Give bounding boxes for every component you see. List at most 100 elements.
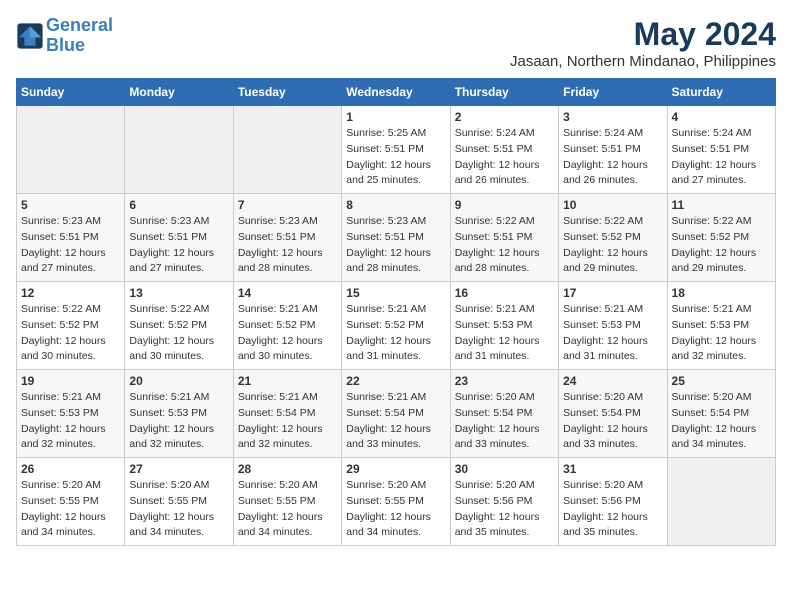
- day-info-line: and 32 minutes.: [672, 350, 747, 362]
- calendar-header-row: SundayMondayTuesdayWednesdayThursdayFrid…: [17, 79, 776, 106]
- calendar-cell: 25Sunrise: 5:20 AMSunset: 5:54 PMDayligh…: [667, 370, 775, 458]
- day-info-line: Daylight: 12 hours: [129, 247, 214, 259]
- day-number: 23: [455, 374, 554, 388]
- day-info-line: and 34 minutes.: [21, 526, 96, 538]
- day-info-line: and 30 minutes.: [21, 350, 96, 362]
- day-info-line: Daylight: 12 hours: [346, 511, 431, 523]
- day-info-line: Sunset: 5:56 PM: [563, 495, 641, 507]
- title-area: May 2024 Jasaan, Northern Mindanao, Phil…: [510, 16, 776, 70]
- day-info-line: and 30 minutes.: [129, 350, 204, 362]
- day-info: Sunrise: 5:21 AMSunset: 5:53 PMDaylight:…: [455, 302, 554, 365]
- day-info: Sunrise: 5:24 AM Sunset: 5:51 PM Daylight:…: [672, 126, 771, 189]
- calendar-cell: 31Sunrise: 5:20 AMSunset: 5:56 PMDayligh…: [559, 458, 667, 546]
- day-info-line: Sunrise: 5:20 AM: [563, 391, 643, 403]
- day-number: 25: [672, 374, 771, 388]
- day-info-line: and 28 minutes.: [455, 262, 530, 274]
- calendar-cell: 8Sunrise: 5:23 AMSunset: 5:51 PMDaylight…: [342, 194, 450, 282]
- day-header-saturday: Saturday: [667, 79, 775, 106]
- day-number: 20: [129, 374, 228, 388]
- day-info-line: and 28 minutes.: [238, 262, 313, 274]
- day-number: 2: [455, 110, 554, 124]
- day-info: Sunrise: 5:22 AMSunset: 5:52 PMDaylight:…: [563, 214, 662, 277]
- day-info-line: and 33 minutes.: [346, 438, 421, 450]
- logo-text: General Blue: [46, 16, 113, 56]
- day-info-line: Sunset: 5:54 PM: [563, 407, 641, 419]
- day-info-line: Sunset: 5:55 PM: [346, 495, 424, 507]
- day-info-line: Sunrise: 5:23 AM: [21, 215, 101, 227]
- day-info-line: Sunset: 5:51 PM: [455, 231, 533, 243]
- day-info: Sunrise: 5:20 AM Sunset: 5:55 PM Daylight:…: [346, 478, 445, 541]
- day-info-line: Sunrise: 5:21 AM: [563, 303, 643, 315]
- day-info-line: and 29 minutes.: [672, 262, 747, 274]
- day-info: Sunrise: 5:24 AMSunset: 5:51 PMDaylight:…: [563, 126, 662, 189]
- day-info: Sunrise: 5:22 AMSunset: 5:52 PMDaylight:…: [672, 214, 771, 277]
- day-info-line: Sunset: 5:52 PM: [672, 231, 750, 243]
- day-info: Sunrise: 5:22 AMSunset: 5:51 PMDaylight:…: [455, 214, 554, 277]
- day-number: 3: [563, 110, 662, 124]
- day-info: Sunrise: 5:21 AMSunset: 5:53 PMDaylight:…: [129, 390, 228, 453]
- day-info-line: Daylight: 12 hours: [346, 247, 431, 259]
- day-number: 21: [238, 374, 337, 388]
- day-info-line: and 31 minutes.: [563, 350, 638, 362]
- calendar-cell: 22Sunrise: 5:21 AMSunset: 5:54 PMDayligh…: [342, 370, 450, 458]
- day-info-line: Sunset: 5:51 PM: [672, 143, 750, 155]
- day-number: 6: [129, 198, 228, 212]
- calendar-cell: 5Sunrise: 5:23 AMSunset: 5:51 PMDaylight…: [17, 194, 125, 282]
- calendar-cell: 7Sunrise: 5:23 AMSunset: 5:51 PMDaylight…: [233, 194, 341, 282]
- day-info-line: Sunset: 5:53 PM: [21, 407, 99, 419]
- day-info-line: Sunset: 5:51 PM: [129, 231, 207, 243]
- day-info-line: Sunrise: 5:20 AM: [346, 479, 426, 491]
- day-info-line: and 29 minutes.: [563, 262, 638, 274]
- day-info-line: Daylight: 12 hours: [455, 159, 540, 171]
- day-info-line: Daylight: 12 hours: [563, 247, 648, 259]
- calendar-cell: 14Sunrise: 5:21 AMSunset: 5:52 PMDayligh…: [233, 282, 341, 370]
- day-number: 7: [238, 198, 337, 212]
- day-info-line: Daylight: 12 hours: [672, 247, 757, 259]
- day-info-line: Daylight: 12 hours: [455, 423, 540, 435]
- day-info-line: and 34 minutes.: [346, 526, 421, 538]
- day-number: 15: [346, 286, 445, 300]
- day-info: Sunrise: 5:20 AMSunset: 5:55 PMDaylight:…: [238, 478, 337, 541]
- day-number: 29: [346, 462, 445, 476]
- calendar-cell: 27Sunrise: 5:20 AMSunset: 5:55 PMDayligh…: [125, 458, 233, 546]
- day-info-line: Daylight: 12 hours: [346, 335, 431, 347]
- day-info-line: Sunset: 5:51 PM: [21, 231, 99, 243]
- calendar-cell: 15Sunrise: 5:21 AMSunset: 5:52 PMDayligh…: [342, 282, 450, 370]
- calendar-cell: 12Sunrise: 5:22 AMSunset: 5:52 PMDayligh…: [17, 282, 125, 370]
- day-info: Sunrise: 5:20 AMSunset: 5:56 PMDaylight:…: [563, 478, 662, 541]
- day-info-line: and 33 minutes.: [563, 438, 638, 450]
- day-number: 22: [346, 374, 445, 388]
- day-number: 16: [455, 286, 554, 300]
- day-info-line: Daylight: 12 hours: [672, 159, 757, 171]
- day-header-thursday: Thursday: [450, 79, 558, 106]
- day-info-line: Sunrise: 5:20 AM: [129, 479, 209, 491]
- day-number: 4: [672, 110, 771, 124]
- day-number: 10: [563, 198, 662, 212]
- day-number: 19: [21, 374, 120, 388]
- calendar-cell: [17, 106, 125, 194]
- calendar-cell: 10 Sunrise: 5:22 AMSunset: 5:52 PMDayligh…: [559, 194, 667, 282]
- calendar-cell: 11Sunrise: 5:22 AMSunset: 5:52 PMDayligh…: [667, 194, 775, 282]
- day-info-line: Sunset: 5:51 PM: [346, 231, 424, 243]
- day-info: Sunrise: 5:22 AMSunset: 5:52 PMDaylight:…: [129, 302, 228, 365]
- calendar-cell: 4 Sunrise: 5:24 AM Sunset: 5:51 PM Daylight…: [667, 106, 775, 194]
- day-info: Sunrise: 5:20 AMSunset: 5:55 PMDaylight:…: [21, 478, 120, 541]
- day-info: Sunrise: 5:20 AMSunset: 5:54 PMDaylight:…: [563, 390, 662, 453]
- day-info-line: and 31 minutes.: [455, 350, 530, 362]
- day-number: 8: [346, 198, 445, 212]
- day-info-line: Sunrise: 5:24 AM: [672, 127, 752, 139]
- calendar-cell: 1Sunrise: 5:25 AMSunset: 5:51 PMDaylight…: [342, 106, 450, 194]
- day-info: Sunrise: 5:24 AMSunset: 5:51 PMDaylight:…: [455, 126, 554, 189]
- day-info: Sunrise: 5:21 AMSunset: 5:53 PMDaylight:…: [672, 302, 771, 365]
- day-number: 14: [238, 286, 337, 300]
- calendar-cell: 20 Sunrise: 5:21 AMSunset: 5:53 PMDayligh…: [125, 370, 233, 458]
- week-row-5: 26Sunrise: 5:20 AMSunset: 5:55 PMDayligh…: [17, 458, 776, 546]
- calendar-cell: 17Sunrise: 5:21 AMSunset: 5:53 PMDayligh…: [559, 282, 667, 370]
- day-info-line: Daylight: 12 hours: [346, 159, 431, 171]
- day-info-line: Daylight: 12 hours: [21, 335, 106, 347]
- day-info-line: Sunrise: 5:22 AM: [21, 303, 101, 315]
- day-info-line: and 34 minutes.: [672, 438, 747, 450]
- day-info-line: Sunset: 5:51 PM: [455, 143, 533, 155]
- day-info-line: Daylight: 12 hours: [238, 423, 323, 435]
- day-info-line: Sunset: 5:52 PM: [563, 231, 641, 243]
